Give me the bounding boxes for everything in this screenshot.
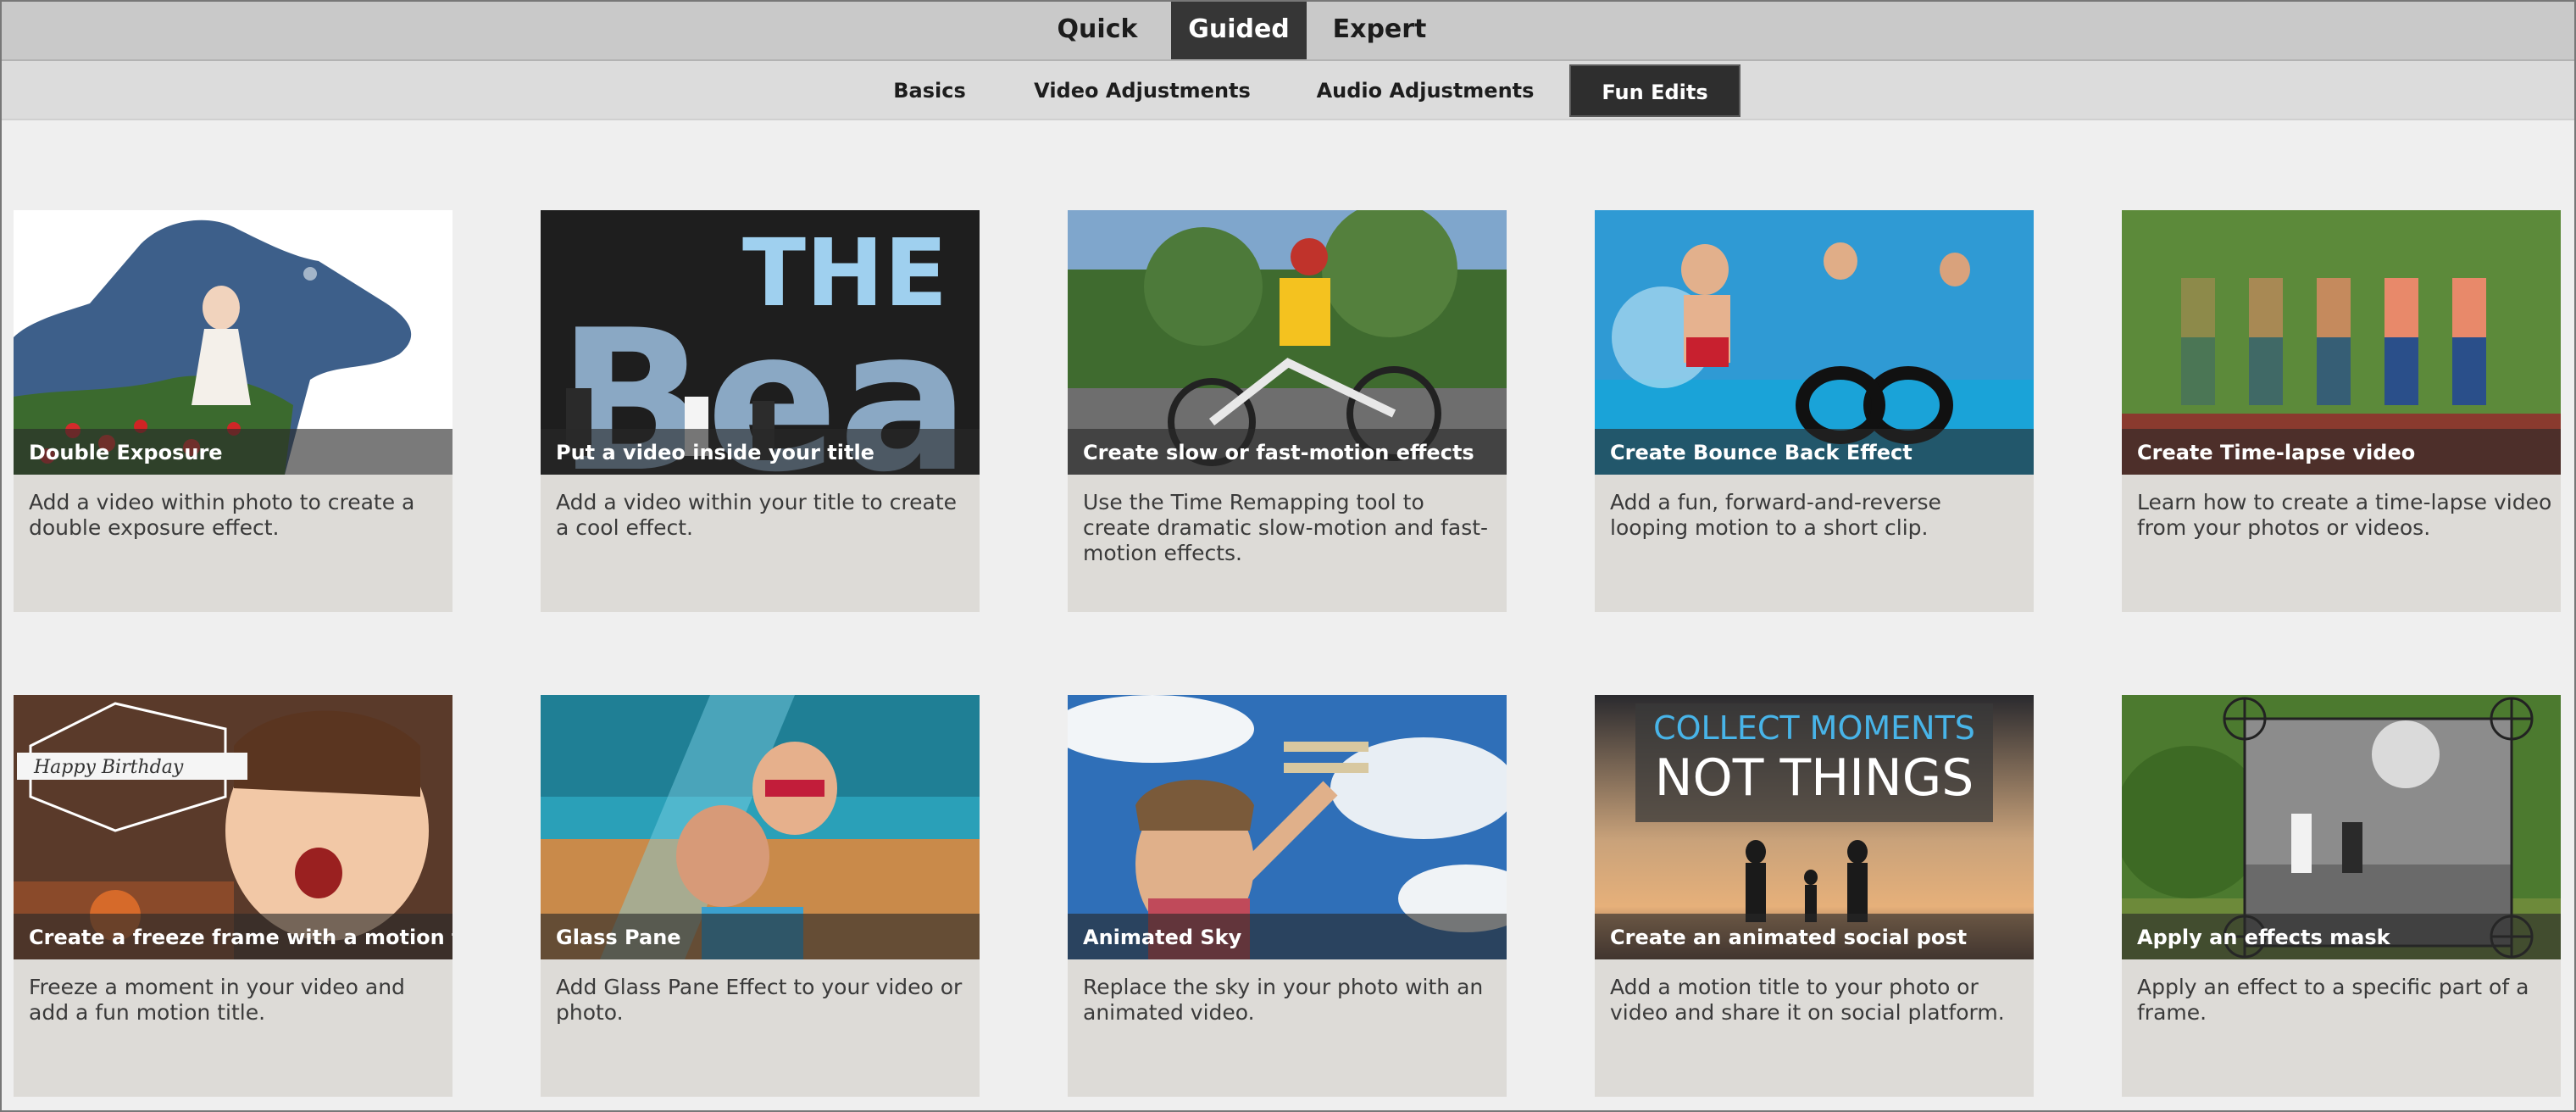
tab-fun-edits[interactable]: Fun Edits	[1569, 64, 1740, 117]
card-title: Create Time-lapse video	[2137, 441, 2416, 464]
thumbnail: Create Bounce Back Effect	[1595, 210, 2034, 475]
thumbnail: Double Exposure	[14, 210, 452, 475]
thumbnail: Create Time-lapse video	[2122, 210, 2561, 475]
card-effects-mask[interactable]: Apply an effects mask Apply an effect to…	[2122, 695, 2561, 1097]
card-description: Add a video within your title to create …	[556, 490, 958, 540]
card-title: Animated Sky	[1083, 926, 1242, 949]
tab-audio-adjustments[interactable]: Audio Adjustments	[1308, 64, 1542, 117]
not-things-text: NOT THINGS	[1655, 748, 1974, 808]
thumbnail: Animated Sky	[1068, 695, 1507, 959]
card-animated-social-post[interactable]: COLLECT MOMENTS NOT THINGS Create an ani…	[1595, 695, 2034, 1097]
card-title: Create slow or fast-motion effects	[1083, 441, 1474, 464]
card-description: Learn how to create a time-lapse video f…	[2137, 490, 2552, 540]
card-description: Freeze a moment in your video and add a …	[29, 975, 405, 1025]
thumbnail: Happy Birthday Create a freeze frame wit…	[14, 695, 452, 959]
card-title: Put a video inside your title	[556, 441, 874, 464]
tab-basics[interactable]: Basics	[883, 64, 976, 117]
card-title: Create Bounce Back Effect	[1610, 441, 1913, 464]
happy-birthday-text: Happy Birthday	[33, 757, 184, 778]
card-freeze-frame[interactable]: Happy Birthday Create a freeze frame wit…	[14, 695, 452, 1097]
tab-quick[interactable]: Quick	[1042, 0, 1152, 59]
card-slow-fast-motion[interactable]: Create slow or fast-motion effects Use t…	[1068, 210, 1507, 612]
card-bounce-back[interactable]: Create Bounce Back Effect Add a fun, for…	[1595, 210, 2034, 612]
card-description: Add Glass Pane Effect to your video or p…	[556, 975, 963, 1025]
card-description: Replace the sky in your photo with an an…	[1083, 975, 1484, 1025]
card-video-inside-title[interactable]: THE Bea Put a video inside your title Ad…	[541, 210, 980, 612]
tab-expert[interactable]: Expert	[1322, 0, 1437, 59]
tab-guided[interactable]: Guided	[1171, 0, 1307, 59]
thumbnail: Apply an effects mask	[2122, 695, 2561, 959]
sub-tab-bar: Basics Video Adjustments Audio Adjustmen…	[0, 61, 2576, 120]
card-description: Apply an effect to a specific part of a …	[2137, 975, 2529, 1025]
thumbnail: Glass Pane	[541, 695, 980, 959]
thumbnail: THE Bea Put a video inside your title	[541, 210, 980, 475]
card-description: Add a motion title to your photo or vide…	[1610, 975, 2005, 1025]
mode-tab-bar: Quick Guided Expert	[0, 0, 2576, 61]
card-title: Double Exposure	[29, 441, 223, 464]
card-double-exposure[interactable]: Double Exposure Add a video within photo…	[14, 210, 452, 612]
card-title: Create an animated social post	[1610, 926, 1968, 949]
tab-video-adjustments[interactable]: Video Adjustments	[1025, 64, 1259, 117]
card-description: Use the Time Remapping tool to create dr…	[1083, 490, 1489, 565]
card-animated-sky[interactable]: Animated Sky Replace the sky in your pho…	[1068, 695, 1507, 1097]
card-description: Add a fun, forward-and-reverse looping m…	[1610, 490, 1941, 540]
card-glass-pane[interactable]: Glass Pane Add Glass Pane Effect to your…	[541, 695, 980, 1097]
thumbnail: Create slow or fast-motion effects	[1068, 210, 1507, 475]
collect-moments-text: COLLECT MOMENTS	[1653, 709, 1975, 747]
thumbnail: COLLECT MOMENTS NOT THINGS Create an ani…	[1595, 695, 2034, 959]
card-title: Glass Pane	[556, 926, 681, 949]
card-description: Add a video within photo to create a dou…	[29, 490, 415, 540]
card-title: Create a freeze frame with a motion titl…	[29, 926, 452, 949]
card-time-lapse[interactable]: Create Time-lapse video Learn how to cre…	[2122, 210, 2561, 612]
card-title: Apply an effects mask	[2137, 926, 2390, 949]
